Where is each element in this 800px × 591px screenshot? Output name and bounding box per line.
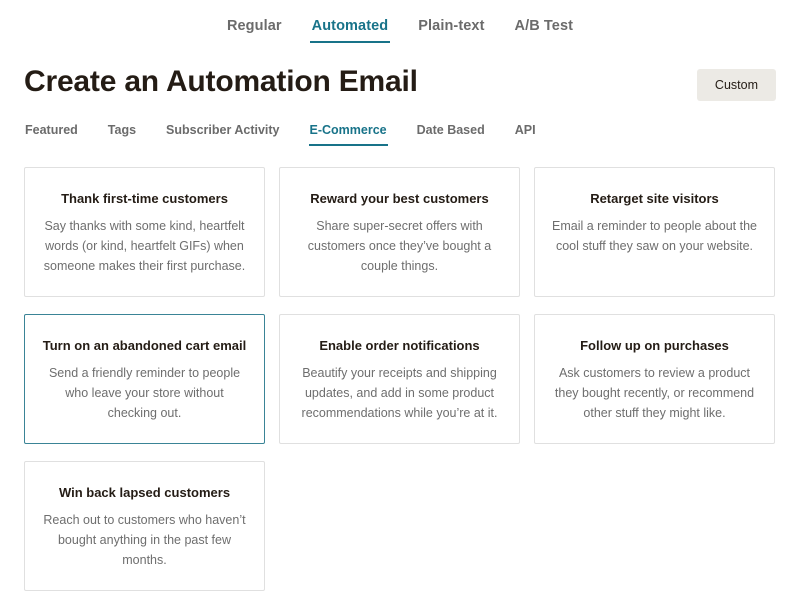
automation-card[interactable]: Thank first-time customers Say thanks wit… bbox=[24, 167, 265, 297]
automation-card-description: Send a friendly reminder to people who l… bbox=[48, 366, 241, 420]
automation-card-title: Enable order notifications bbox=[319, 338, 480, 353]
type-tab-automated[interactable]: Automated bbox=[309, 18, 391, 43]
automation-card-description: Reach out to customers who haven’t bough… bbox=[43, 513, 246, 567]
type-tab-regular[interactable]: Regular bbox=[225, 18, 284, 43]
page-header: Create an Automation Email Custom bbox=[0, 43, 800, 101]
automation-card-title: Reward your best customers bbox=[310, 191, 489, 206]
category-tab-tags[interactable]: Tags bbox=[107, 123, 137, 146]
automation-card-description: Ask customers to review a product they b… bbox=[554, 366, 755, 420]
custom-button[interactable]: Custom bbox=[696, 69, 776, 101]
automation-card[interactable]: Enable order notifications Beautify your … bbox=[279, 314, 520, 444]
automation-card-description: Email a reminder to people about the coo… bbox=[552, 219, 757, 253]
create-email-page: Regular Automated Plain-text A/B Test Creat… bbox=[0, 0, 800, 591]
category-tab-e-commerce[interactable]: E-Commerce bbox=[308, 123, 388, 146]
category-tab-api[interactable]: API bbox=[514, 123, 537, 146]
automation-card-description: Say thanks with some kind, heartfelt wor… bbox=[43, 219, 246, 273]
email-type-tabs: Regular Automated Plain-text A/B Test bbox=[0, 0, 800, 43]
category-tab-date-based[interactable]: Date Based bbox=[416, 123, 486, 146]
type-tab-plain-text[interactable]: Plain-text bbox=[416, 18, 486, 43]
automation-card-title: Thank first-time customers bbox=[61, 191, 228, 206]
automation-card-description: Beautify your receipts and shipping upda… bbox=[301, 366, 498, 420]
automation-card-title: Retarget site visitors bbox=[590, 191, 719, 206]
automation-card[interactable]: Win back lapsed customers Reach out to cu… bbox=[24, 461, 265, 591]
automation-card[interactable]: Retarget site visitors Email a reminder t… bbox=[534, 167, 775, 297]
automation-card-title: Follow up on purchases bbox=[580, 338, 729, 353]
automation-card[interactable]: Turn on an abandoned cart email Send a fr… bbox=[24, 314, 265, 444]
automation-card-description: Share super-secret offers with customers… bbox=[307, 219, 492, 273]
automation-card[interactable]: Reward your best customers Share super-se… bbox=[279, 167, 520, 297]
automation-card-title: Win back lapsed customers bbox=[58, 485, 231, 500]
automation-card[interactable]: Follow up on purchases Ask customers to r… bbox=[534, 314, 775, 444]
category-tab-subscriber-activity[interactable]: Subscriber Activity bbox=[165, 123, 280, 146]
category-tab-featured[interactable]: Featured bbox=[24, 123, 79, 146]
automation-card-grid: Thank first-time customers Say thanks wit… bbox=[0, 146, 800, 591]
page-title: Create an Automation Email bbox=[24, 65, 418, 98]
automation-card-title: Turn on an abandoned cart email bbox=[42, 338, 247, 353]
type-tab-a-b-test[interactable]: A/B Test bbox=[513, 18, 576, 43]
category-tabs: Featured Tags Subscriber Activity E-Commerc… bbox=[0, 101, 800, 146]
